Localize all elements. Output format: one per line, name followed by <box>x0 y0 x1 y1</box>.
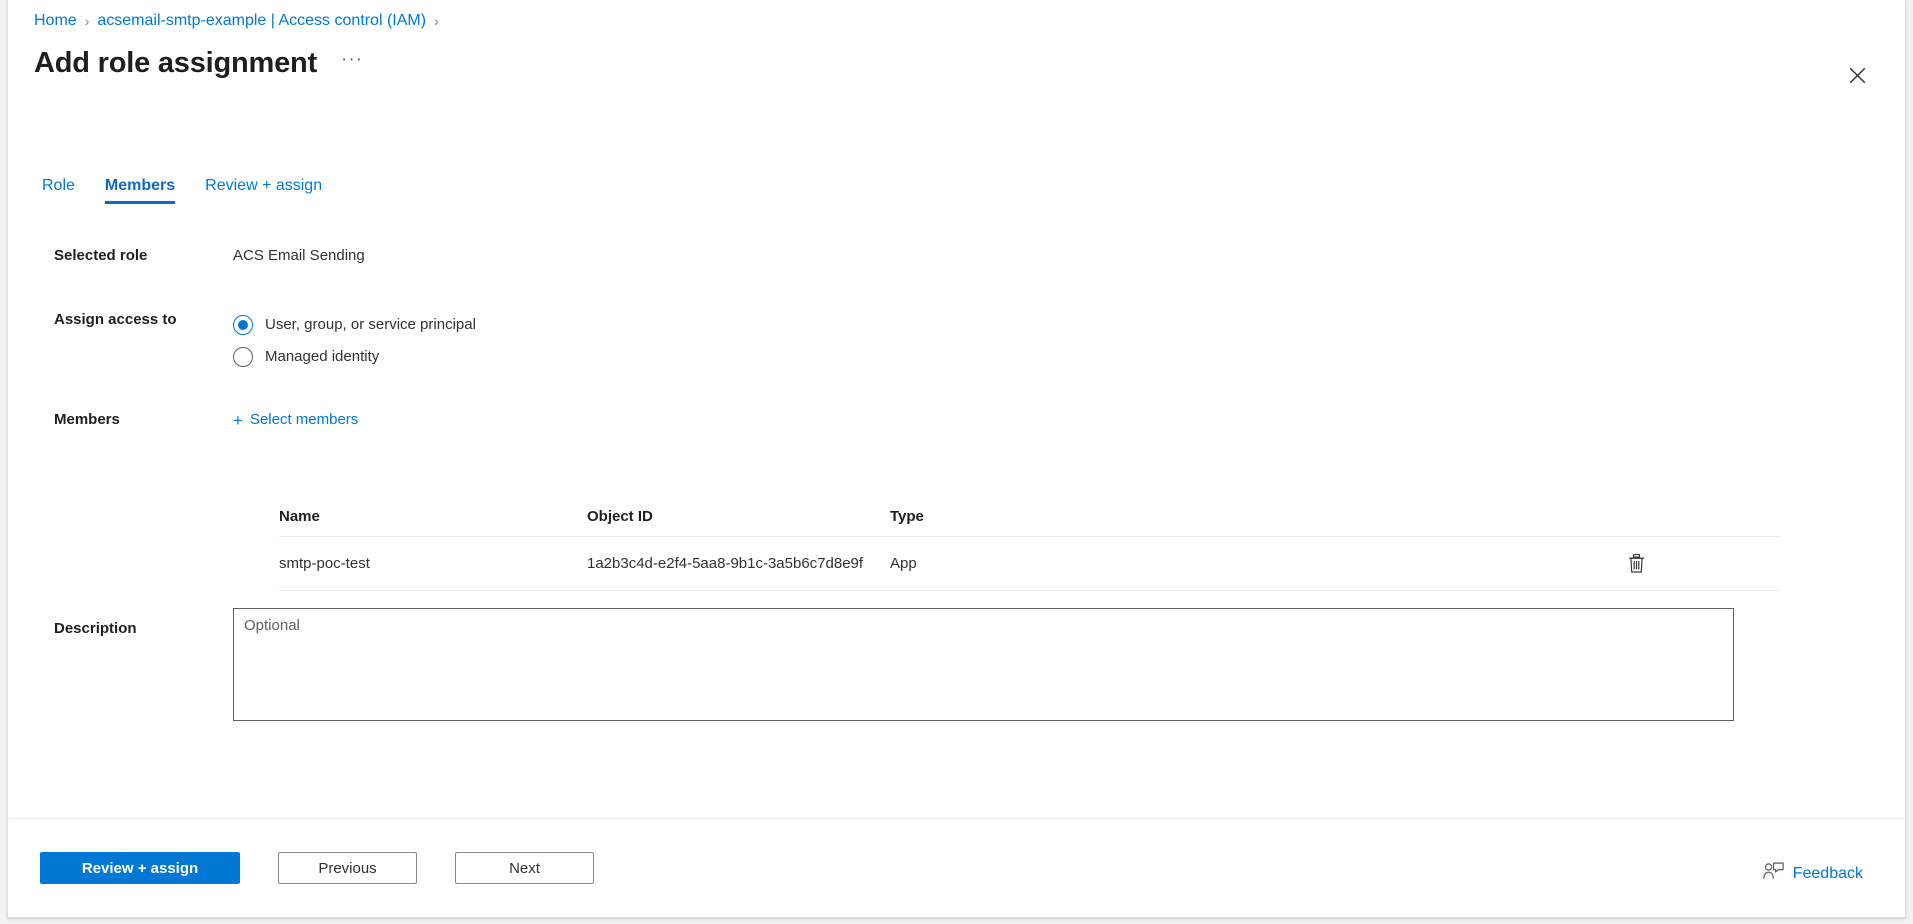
feedback-person-icon <box>1763 862 1784 885</box>
wizard-tabs: Role Members Review + assign <box>42 172 352 204</box>
close-icon[interactable] <box>1839 57 1875 93</box>
assign-access-to-row: Assign access to User, group, or service… <box>8 309 1905 409</box>
add-role-assignment-blade: Home › acsemail-smtp-example | Access co… <box>7 0 1906 918</box>
selected-role-value: ACS Email Sending <box>233 247 365 264</box>
ellipsis-icon[interactable]: ··· <box>337 48 367 78</box>
radio-label: Managed identity <box>265 348 380 365</box>
breadcrumb-item-resource[interactable]: acsemail-smtp-example | Access control (… <box>97 12 426 30</box>
trash-icon[interactable] <box>1620 548 1652 580</box>
radio-user-group-service-principal[interactable]: User, group, or service principal <box>233 309 1905 341</box>
radio-managed-identity[interactable]: Managed identity <box>233 341 1905 373</box>
members-label: Members <box>54 411 120 428</box>
previous-button[interactable]: Previous <box>278 852 417 884</box>
feedback-label: Feedback <box>1792 864 1863 882</box>
select-members-label: Select members <box>249 411 359 428</box>
radio-mark-icon <box>233 347 253 367</box>
column-header-type: Type <box>890 507 924 525</box>
table-row: smtp-poc-test 1a2b3c4d-e2f4-5aa8-9b1c-3a… <box>279 537 1780 591</box>
description-input[interactable] <box>233 608 1734 721</box>
description-label: Description <box>54 620 137 637</box>
description-row: Description <box>8 608 1905 721</box>
feedback-button[interactable]: Feedback <box>1763 862 1863 885</box>
review-assign-button[interactable]: Review + assign <box>40 852 240 884</box>
column-header-object-id: Object ID <box>587 507 653 525</box>
column-header-name: Name <box>279 507 320 525</box>
cell-name: smtp-poc-test <box>279 555 370 572</box>
tab-review-assign[interactable]: Review + assign <box>205 177 322 204</box>
plus-icon: + <box>233 410 243 430</box>
breadcrumb-separator-icon: › <box>434 13 439 29</box>
footer-actions: Review + assign Previous Next <box>8 819 1905 917</box>
role-assignment-form: Selected role ACS Email Sending Assign a… <box>8 245 1905 449</box>
page-title: Add role assignment <box>34 47 318 79</box>
members-table: Name Object ID Type smtp-poc-test 1a2b3c… <box>279 496 1780 591</box>
tab-role[interactable]: Role <box>42 177 75 204</box>
selected-role-label: Selected role <box>54 247 148 264</box>
next-button[interactable]: Next <box>455 852 594 884</box>
radio-label: User, group, or service principal <box>265 316 476 333</box>
breadcrumb-separator-icon: › <box>84 13 90 29</box>
page-title-row: Add role assignment ··· <box>34 44 367 82</box>
selected-role-row: Selected role ACS Email Sending <box>8 245 1905 309</box>
tab-members[interactable]: Members <box>104 177 176 204</box>
cell-type: App <box>890 555 917 572</box>
table-header-row: Name Object ID Type <box>279 496 1780 537</box>
radio-mark-icon <box>233 315 253 335</box>
assign-access-to-label: Assign access to <box>54 311 177 328</box>
cell-object-id: 1a2b3c4d-e2f4-5aa8-9b1c-3a5b6c7d8e9f <box>587 555 864 572</box>
breadcrumb-item-home[interactable]: Home <box>34 12 77 30</box>
members-row: Members + Select members <box>8 409 1905 449</box>
select-members-button[interactable]: + Select members <box>233 409 358 431</box>
breadcrumb: Home › acsemail-smtp-example | Access co… <box>34 10 447 32</box>
